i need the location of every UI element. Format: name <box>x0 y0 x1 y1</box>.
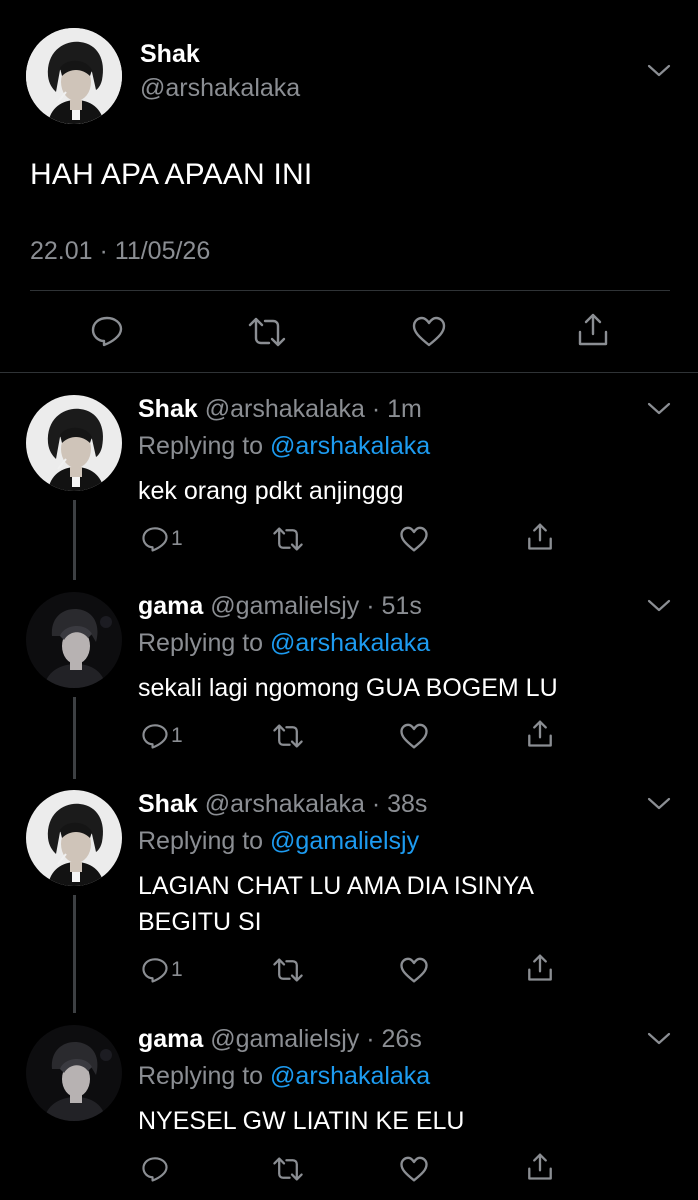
chevron-down-icon[interactable] <box>647 64 671 78</box>
heart-icon <box>400 1156 428 1182</box>
reply-count: 1 <box>171 958 183 981</box>
chevron-down-icon[interactable] <box>647 402 671 416</box>
share-button[interactable] <box>576 312 610 348</box>
reply-icon <box>142 724 168 749</box>
avatar[interactable] <box>26 395 122 491</box>
tweet-text: HAH APA APAAN INI <box>30 158 313 191</box>
divider <box>0 372 698 373</box>
share-icon <box>528 954 552 981</box>
tweet-thread-page: Shak @arshakalaka HAH APA APAAN INI 22.0… <box>0 0 698 1200</box>
user-handle[interactable]: @gamalielsjy <box>210 592 359 620</box>
mention-link[interactable]: @arshakalaka <box>270 432 430 460</box>
reply-button[interactable] <box>90 314 124 348</box>
reply-text: LAGIAN CHAT LU AMA DIA ISINYA BEGITU SI <box>138 872 534 936</box>
divider <box>30 290 670 291</box>
share-icon <box>528 523 552 550</box>
like-button[interactable] <box>399 723 429 750</box>
reply-icon <box>142 1157 168 1182</box>
mention-link[interactable]: @arshakalaka <box>270 1062 430 1090</box>
retweet-button[interactable] <box>272 1156 304 1182</box>
retweet-icon <box>273 1157 303 1181</box>
mention-link[interactable]: @gamalielsjy <box>270 827 419 855</box>
replying-to: Replying to @arshakalaka <box>138 629 431 657</box>
user-handle[interactable]: @arshakalaka <box>140 74 300 103</box>
heart-icon <box>412 316 446 347</box>
display-name[interactable]: Shak <box>138 395 198 423</box>
chevron-down-icon[interactable] <box>647 1032 671 1046</box>
reply-header[interactable]: Shak @arshakalaka · 38s <box>138 790 427 819</box>
user-handle[interactable]: @gamalielsjy <box>210 1025 359 1053</box>
reply-time[interactable]: 26s <box>382 1025 422 1053</box>
thread-line <box>73 697 76 779</box>
reply-text: NYESEL GW LIATIN KE ELU <box>138 1107 465 1135</box>
retweet-button[interactable] <box>272 957 304 983</box>
heart-icon <box>400 526 428 552</box>
share-button[interactable] <box>526 953 554 983</box>
reply-button[interactable] <box>141 1155 169 1183</box>
share-icon <box>528 720 552 747</box>
retweet-icon <box>273 724 303 748</box>
reply-icon <box>142 958 168 983</box>
reply-time[interactable]: 38s <box>387 790 427 818</box>
display-name[interactable]: gama <box>138 592 203 620</box>
share-button[interactable] <box>526 719 554 749</box>
share-button[interactable] <box>526 1152 554 1182</box>
display-name[interactable]: gama <box>138 1025 203 1053</box>
heart-icon <box>400 957 428 983</box>
like-button[interactable] <box>399 1156 429 1183</box>
like-button[interactable] <box>399 957 429 984</box>
share-icon <box>528 1153 552 1180</box>
main-tweet-header: Shak @arshakalaka <box>0 0 698 130</box>
replying-to: Replying to @gamalielsjy <box>138 827 420 855</box>
user-handle[interactable]: @arshakalaka <box>205 790 365 818</box>
reply-count: 1 <box>171 527 183 550</box>
reply-icon <box>142 527 168 552</box>
user-handle[interactable]: @arshakalaka <box>205 395 365 423</box>
retweet-icon <box>273 527 303 551</box>
avatar[interactable] <box>26 28 122 124</box>
tweet-timestamp[interactable]: 22.01 · 11/05/26 <box>30 237 210 266</box>
reply-time[interactable]: 51s <box>382 592 422 620</box>
retweet-icon <box>248 317 286 347</box>
retweet-button[interactable] <box>272 526 304 552</box>
reply-count: 1 <box>171 724 183 747</box>
reply-button[interactable]: 1 <box>141 525 183 553</box>
retweet-button[interactable] <box>272 723 304 749</box>
chevron-down-icon[interactable] <box>647 599 671 613</box>
reply-button[interactable]: 1 <box>141 956 183 984</box>
reply-header[interactable]: Shak @arshakalaka · 1m <box>138 395 422 424</box>
mention-link[interactable]: @arshakalaka <box>270 629 430 657</box>
avatar[interactable] <box>26 1025 122 1121</box>
like-button[interactable] <box>411 316 447 348</box>
thread-line <box>73 895 76 1013</box>
replying-to: Replying to @arshakalaka <box>138 432 431 460</box>
reply-header[interactable]: gama @gamalielsjy · 26s <box>138 1025 422 1054</box>
share-button[interactable] <box>526 522 554 552</box>
heart-icon <box>400 723 428 749</box>
retweet-icon <box>273 958 303 982</box>
reply-time[interactable]: 1m <box>387 395 422 423</box>
thread-line <box>73 500 76 580</box>
reply-button[interactable]: 1 <box>141 722 183 750</box>
replying-to: Replying to @arshakalaka <box>138 1062 431 1090</box>
display-name[interactable]: Shak <box>140 40 200 69</box>
chevron-down-icon[interactable] <box>647 797 671 811</box>
reply-header[interactable]: gama @gamalielsjy · 51s <box>138 592 422 621</box>
retweet-button[interactable] <box>247 316 287 348</box>
display-name[interactable]: Shak <box>138 790 198 818</box>
share-icon <box>578 313 608 346</box>
reply-icon <box>91 316 123 347</box>
reply-text: kek orang pdkt anjinggg <box>138 477 404 505</box>
like-button[interactable] <box>399 526 429 553</box>
avatar[interactable] <box>26 790 122 886</box>
reply-text: sekali lagi ngomong GUA BOGEM LU <box>138 674 558 702</box>
avatar[interactable] <box>26 592 122 688</box>
